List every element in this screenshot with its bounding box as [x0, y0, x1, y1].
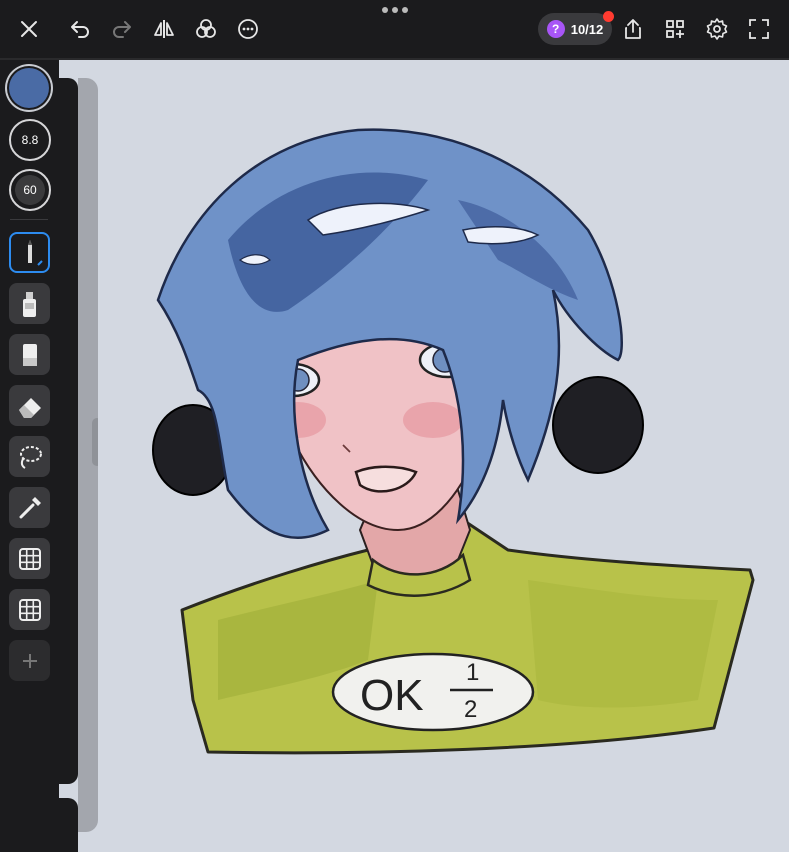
grid-tool[interactable]: [9, 538, 50, 579]
grid-icon-2: [18, 598, 41, 621]
drag-handle-icon[interactable]: [380, 6, 410, 14]
add-widget-button[interactable]: [661, 15, 689, 43]
top-toolbar: ? 10/12: [0, 0, 789, 60]
close-button[interactable]: [15, 15, 43, 43]
share-button[interactable]: [619, 15, 647, 43]
fullscreen-icon: [749, 19, 769, 39]
close-icon: [21, 21, 37, 37]
sidebar-panel-edge: [59, 78, 78, 784]
lasso-icon: [19, 445, 42, 469]
symmetry-button[interactable]: [150, 15, 178, 43]
grid-tool-2[interactable]: [9, 589, 50, 630]
plus-icon: [22, 653, 37, 668]
current-color-swatch[interactable]: [9, 68, 49, 108]
more-icon: [238, 19, 258, 39]
marker-icon: [22, 343, 37, 366]
color-blend-button[interactable]: [192, 15, 220, 43]
color-blend-icon: [196, 19, 216, 38]
fullscreen-button[interactable]: [745, 15, 773, 43]
canvas-artwork: OK 1 2: [152, 128, 755, 755]
add-widget-icon: [666, 20, 684, 38]
undo-button[interactable]: [66, 15, 94, 43]
right-ear-puff: [552, 376, 644, 474]
spray-can-icon: [22, 291, 36, 317]
help-counter-button[interactable]: ? 10/12: [538, 11, 614, 45]
spray-tool[interactable]: [9, 283, 50, 324]
sidebar-panel-edge-lower: [59, 798, 78, 852]
symmetry-icon: [154, 20, 174, 38]
eyedropper-tool[interactable]: [9, 487, 50, 528]
shirt-label-numerator: 1: [466, 659, 479, 686]
settings-button[interactable]: [703, 15, 731, 43]
redo-button[interactable]: [108, 15, 136, 43]
eraser-tool[interactable]: [9, 385, 50, 426]
help-counter-label: 10/12: [570, 21, 604, 37]
redo-icon: [113, 21, 131, 38]
settings-icon: [706, 18, 728, 40]
shirt-label-denominator: 2: [464, 696, 477, 723]
help-icon: ?: [546, 20, 565, 38]
brush-opacity-button[interactable]: 60: [9, 169, 51, 211]
eraser-icon: [18, 397, 41, 418]
sidebar-divider: [10, 219, 48, 220]
lasso-tool[interactable]: [9, 436, 50, 477]
add-tool-button[interactable]: [9, 640, 50, 681]
eyedropper-icon: [19, 496, 41, 518]
pencil-tool[interactable]: [9, 232, 50, 273]
more-button[interactable]: [234, 15, 262, 43]
grid-icon: [18, 547, 41, 570]
marker-tool[interactable]: [9, 334, 50, 375]
notification-dot: [603, 11, 614, 22]
brush-size-button[interactable]: 8.8: [9, 119, 51, 161]
pencil-icon: [27, 239, 43, 266]
shirt-label-text: OK: [360, 671, 424, 720]
share-icon: [625, 19, 641, 39]
undo-icon: [71, 21, 89, 38]
